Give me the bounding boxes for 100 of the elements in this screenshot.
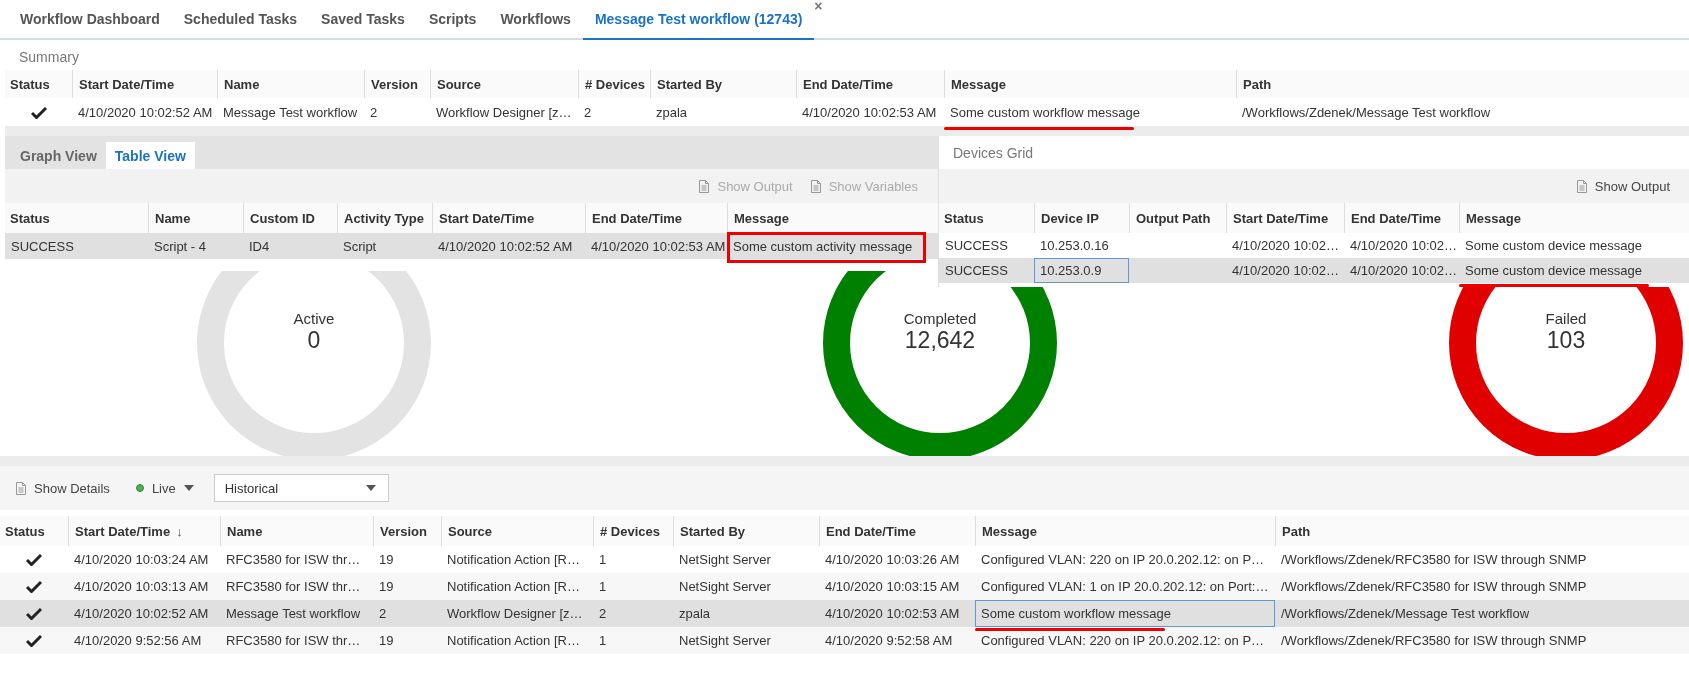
- table-cell-text: Notification Action [R…: [446, 551, 581, 569]
- table-cell-text: 4/10/2020 10:02:53 AM: [590, 237, 727, 256]
- history-dropdown[interactable]: Historical: [213, 474, 389, 502]
- tab[interactable]: Scheduled Tasks: [171, 0, 310, 40]
- column-header[interactable]: End Date/Time: [803, 76, 894, 92]
- tab[interactable]: Graph View: [11, 142, 106, 169]
- column-header[interactable]: Activity Type: [344, 210, 424, 226]
- column-header[interactable]: Message: [951, 76, 1006, 92]
- table-cell-text: Some custom device message: [1464, 237, 1644, 255]
- table-cell-text: Script: [342, 237, 378, 256]
- column-header[interactable]: Source: [437, 76, 482, 92]
- column-header[interactable]: Status: [10, 210, 50, 226]
- column-header[interactable]: Status: [10, 76, 50, 92]
- check-icon: [26, 607, 42, 620]
- toolbar-button[interactable]: Show Output: [1570, 176, 1676, 196]
- column-header[interactable]: Status: [944, 210, 984, 226]
- table-cell-text: 4/10/2020 10:02…: [1231, 262, 1340, 280]
- tab[interactable]: Workflow Dashboard: [8, 0, 172, 40]
- column-header[interactable]: Start Date/Time: [1233, 210, 1329, 226]
- tab[interactable]: Table View: [105, 142, 195, 169]
- column-header[interactable]: Start Date/Time: [75, 523, 171, 539]
- table-cell-text: /Workflows/Zdenek/RFC3580 for ISW through SNMP: [1280, 551, 1588, 569]
- column-header[interactable]: Start Date/Time: [439, 210, 535, 226]
- table-cell-text: 4/10/2020 10:02:53 AM: [824, 605, 961, 623]
- table-cell-text: 4/10/2020 10:02…: [1349, 237, 1458, 255]
- column-header[interactable]: End Date/Time: [1351, 210, 1442, 226]
- column-header[interactable]: Name: [224, 76, 260, 92]
- table-cell-text: 4/10/2020 10:02:52 AM: [73, 605, 210, 623]
- column-header[interactable]: Name: [155, 210, 191, 226]
- document-icon: [16, 481, 26, 495]
- check-icon: [26, 580, 42, 593]
- table-cell-text: RFC3580 for ISW thr…: [225, 551, 362, 569]
- column-header[interactable]: Source: [448, 523, 493, 539]
- stat-label: Active: [293, 310, 335, 327]
- table-cell-text: 2: [598, 605, 608, 623]
- section-title: Summary: [18, 48, 80, 67]
- column-header[interactable]: Start Date/Time: [79, 76, 175, 92]
- column-header[interactable]: Message: [734, 210, 789, 226]
- table-row[interactable]: 4/10/2020 9:52:56 AM RFC3580 for ISW thr… 19 Notification Action [R… 1 NetSight Server 4/10/2020 9:52:58 AM Configured VLAN: 220 on IP 20.0.202.12: on P… /Workflows/Zdenek/RFC3580 for ISW through SNMP: [0, 627, 1689, 654]
- column-header[interactable]: Path: [1282, 523, 1311, 539]
- table-cell-text: Notification Action [R…: [446, 632, 581, 650]
- table-cell-text: /Workflows/Zdenek/Message Test workflow: [1280, 605, 1531, 623]
- column-header[interactable]: Output Path: [1136, 210, 1211, 226]
- table-cell-text: Workflow Designer [z…: [435, 103, 573, 122]
- check-icon: [26, 553, 42, 566]
- show-details-button[interactable]: Show Details: [10, 478, 116, 498]
- table-cell-text: SUCCESS: [944, 237, 1009, 255]
- document-icon: [1576, 179, 1587, 193]
- column-header[interactable]: End Date/Time: [826, 523, 917, 539]
- table-cell-text: Notification Action [R…: [446, 578, 581, 596]
- table-cell-text: 4/10/2020 10:02:52 AM: [77, 103, 214, 122]
- tab[interactable]: Message Test workflow (12743): [582, 0, 815, 40]
- table-cell-text: Some custom workflow message: [949, 103, 1141, 122]
- close-button[interactable]: ×: [814, 0, 823, 14]
- table-cell-text: 19: [378, 551, 395, 569]
- table-cell-text: /Workflows/Zdenek/RFC3580 for ISW through SNMP: [1280, 632, 1588, 650]
- column-header[interactable]: Version: [371, 76, 418, 92]
- column-header[interactable]: Device IP: [1041, 210, 1099, 226]
- tab[interactable]: Scripts: [416, 0, 489, 40]
- column-header[interactable]: Message: [982, 523, 1037, 539]
- column-header[interactable]: Name: [227, 523, 263, 539]
- caret-icon: [183, 485, 194, 491]
- table-cell-text: ID4: [248, 237, 271, 256]
- table-cell-text: 1: [598, 632, 608, 650]
- stat-value: 103: [1546, 327, 1586, 354]
- table-cell-text: Configured VLAN: 220 on IP 20.0.202.12: on P…: [980, 551, 1266, 569]
- table-row[interactable]: [0, 573, 1689, 600]
- check-icon: [30, 105, 47, 119]
- table-cell-text: 19: [378, 578, 395, 596]
- column-header[interactable]: Custom ID: [250, 210, 315, 226]
- table-cell-text: 2: [378, 605, 388, 623]
- stat-value: 0: [307, 327, 321, 354]
- column-header[interactable]: Version: [380, 523, 427, 539]
- table-cell-text: RFC3580 for ISW thr…: [225, 578, 362, 596]
- table-cell-text: 1: [598, 551, 608, 569]
- table-cell-text: /Workflows/Zdenek/RFC3580 for ISW through SNMP: [1280, 578, 1588, 596]
- table-cell: 10.253.0.9: [1034, 258, 1129, 283]
- document-icon: [810, 179, 821, 193]
- table-cell-text: NetSight Server: [678, 632, 772, 650]
- table-cell-text: 4/10/2020 10:03:13 AM: [73, 578, 210, 596]
- sort-indicator: ↓: [176, 523, 183, 539]
- live-dropdown[interactable]: Live: [129, 478, 200, 498]
- stat-label: Completed: [903, 310, 977, 327]
- panel-title: Devices Grid: [953, 144, 1034, 161]
- table-cell-text: 4/10/2020 10:03:24 AM: [73, 551, 210, 569]
- tab[interactable]: Workflows: [488, 0, 583, 40]
- column-header[interactable]: Started By: [680, 523, 746, 539]
- table-cell-text: 4/10/2020 9:52:56 AM: [73, 632, 203, 650]
- table-cell-text: 19: [378, 632, 395, 650]
- column-header[interactable]: Status: [5, 523, 45, 539]
- table-cell-text: 4/10/2020 10:02…: [1231, 237, 1340, 255]
- column-header[interactable]: Path: [1243, 76, 1272, 92]
- table-row[interactable]: SUCCESS 10.253.0.16 4/10/2020 10:02… 4/10/2020 10:02… Some custom device message: [939, 233, 1689, 258]
- table-cell-text: 4/10/2020 10:02:53 AM: [801, 103, 938, 122]
- column-header[interactable]: Message: [1466, 210, 1521, 226]
- column-header[interactable]: # Devices: [585, 76, 645, 92]
- column-header[interactable]: # Devices: [600, 523, 660, 539]
- column-header[interactable]: End Date/Time: [592, 210, 683, 226]
- tab[interactable]: Saved Tasks: [309, 0, 417, 40]
- column-header[interactable]: Started By: [657, 76, 723, 92]
